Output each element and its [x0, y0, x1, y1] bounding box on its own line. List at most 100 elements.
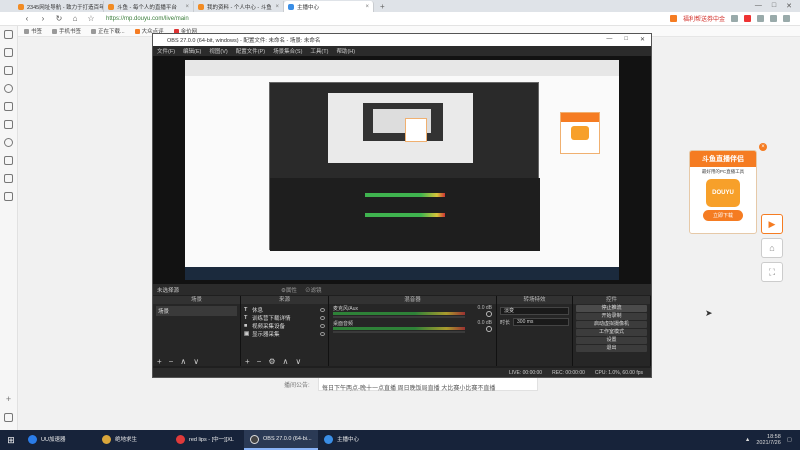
eye-icon[interactable]: [320, 332, 325, 336]
remove-icon[interactable]: −: [169, 357, 174, 366]
menu-tools[interactable]: 工具(T): [310, 47, 328, 55]
gear-icon[interactable]: ⚙: [268, 357, 275, 366]
close-icon[interactable]: ×: [275, 4, 279, 10]
nested-preview: [328, 93, 473, 163]
minimize-button[interactable]: —: [606, 36, 612, 43]
menu-scene-collection[interactable]: 场景集合(S): [273, 47, 302, 55]
home-icon[interactable]: ⌂: [70, 14, 80, 23]
source-item[interactable]: ▣ 显示器采集: [244, 330, 325, 338]
menu-icon[interactable]: [783, 15, 790, 22]
shield-icon[interactable]: [4, 156, 13, 165]
menu-edit[interactable]: 编辑(E): [183, 47, 201, 55]
eye-icon[interactable]: [320, 316, 325, 320]
remove-icon[interactable]: −: [257, 357, 262, 366]
grid-icon[interactable]: [731, 15, 738, 22]
taskbar-item[interactable]: 主播中心: [318, 430, 392, 450]
settings-button[interactable]: 设置: [576, 337, 647, 344]
move-down-icon[interactable]: ∨: [193, 357, 199, 366]
move-up-icon[interactable]: ∧: [180, 357, 186, 366]
tab-profile[interactable]: 我的资料 - 个人中心 - 斗鱼 ×: [194, 1, 284, 12]
eye-icon[interactable]: [320, 324, 325, 328]
notification-icon[interactable]: ▢: [787, 437, 792, 443]
menu-file[interactable]: 文件(F): [157, 47, 175, 55]
gear-icon[interactable]: [486, 311, 492, 317]
maximize-button[interactable]: □: [624, 36, 628, 43]
promo-link[interactable]: 福利帮送券中金: [683, 14, 725, 23]
trash-icon[interactable]: [4, 413, 13, 422]
add-icon[interactable]: +: [4, 395, 13, 404]
menu-profile[interactable]: 配置文件(P): [236, 47, 265, 55]
close-icon[interactable]: ×: [185, 4, 189, 10]
back-icon[interactable]: ‹: [22, 14, 32, 23]
star-icon[interactable]: ☆: [86, 14, 96, 23]
windows-start-icon[interactable]: ⊞: [0, 430, 22, 450]
note-icon[interactable]: [4, 192, 13, 201]
obs-window[interactable]: OBS 27.0.0 (64-bit, windows) - 配置文件: 未命名…: [152, 33, 652, 378]
volume-slider[interactable]: [333, 331, 465, 333]
extension-icon[interactable]: [669, 15, 677, 22]
menu-help[interactable]: 帮助(H): [336, 47, 355, 55]
download-icon[interactable]: [4, 102, 13, 111]
minimize-button[interactable]: —: [755, 2, 762, 10]
download-icon[interactable]: [757, 15, 764, 22]
expand-icon[interactable]: ⛶: [761, 262, 783, 282]
book-icon[interactable]: [4, 66, 13, 75]
play-icon[interactable]: ▶: [761, 214, 783, 234]
obs-title-bar[interactable]: OBS 27.0.0 (64-bit, windows) - 配置文件: 未命名…: [153, 34, 651, 46]
game-icon[interactable]: [4, 120, 13, 129]
chat-icon[interactable]: [4, 138, 13, 147]
source-item[interactable]: T 休息: [244, 306, 325, 314]
maximize-button[interactable]: □: [772, 2, 776, 10]
reload-icon[interactable]: ↻: [54, 14, 64, 23]
extension-icon[interactable]: [744, 15, 751, 22]
add-icon[interactable]: +: [245, 357, 250, 366]
eye-icon[interactable]: [320, 308, 325, 312]
gear-icon[interactable]: [486, 326, 492, 332]
source-item[interactable]: ■ 视频采集设备: [244, 322, 325, 330]
history-icon[interactable]: [4, 48, 13, 57]
tray-icons[interactable]: ▲: [745, 437, 750, 443]
promo-card[interactable]: 斗鱼直播伴侣 最好用的PC直播工具 DOUYU 立即下载: [689, 150, 757, 234]
start-recording-button[interactable]: 开始录制: [576, 313, 647, 320]
tab-streamer-center[interactable]: 主播中心 ×: [284, 1, 374, 12]
scene-item[interactable]: 场景: [156, 306, 237, 316]
taskbar-item[interactable]: OBS 27.0.0 (64-bi...: [244, 430, 318, 450]
close-icon[interactable]: ×: [365, 4, 369, 10]
tab-2345[interactable]: 2345网址导航 - 致力于打造百年品牌×: [14, 1, 104, 12]
search-icon[interactable]: [4, 84, 13, 93]
virtual-camera-button[interactable]: 启动虚拟摄像机: [576, 321, 647, 328]
new-tab-icon[interactable]: +: [374, 2, 385, 11]
home-icon[interactable]: ⌂: [761, 238, 783, 258]
obs-preview[interactable]: [153, 56, 651, 284]
bookmark-item[interactable]: 正在下载...: [91, 27, 125, 35]
close-icon[interactable]: ×: [759, 143, 767, 151]
properties-button[interactable]: ⚙属性: [281, 286, 297, 294]
duration-field[interactable]: 300 ms: [513, 318, 569, 326]
url-field[interactable]: https://mp.douyu.com/live/main: [102, 14, 562, 24]
stop-streaming-button[interactable]: 停止推流: [576, 305, 647, 312]
cart-icon[interactable]: [4, 174, 13, 183]
close-button[interactable]: ✕: [786, 2, 792, 10]
exit-button[interactable]: 退出: [576, 345, 647, 352]
move-down-icon[interactable]: ∨: [295, 357, 301, 366]
source-item[interactable]: T 训练营下载详情: [244, 314, 325, 322]
tab-douyu[interactable]: 斗鱼 - 每个人的直播平台 ×: [104, 1, 194, 12]
clock[interactable]: 18:58 2021/7/26: [756, 434, 780, 446]
download-button[interactable]: 立即下载: [703, 210, 743, 221]
studio-mode-button[interactable]: 工作室模式: [576, 329, 647, 336]
volume-slider[interactable]: [333, 316, 465, 318]
bookmark-item[interactable]: 手机书签: [52, 27, 81, 35]
taskbar-item[interactable]: 绝地求生: [96, 430, 170, 450]
star-icon[interactable]: [4, 30, 13, 39]
taskbar-item[interactable]: UU加速器: [22, 430, 96, 450]
undo-icon[interactable]: [770, 15, 777, 22]
filters-button[interactable]: ⊘滤镜: [305, 286, 322, 294]
move-up-icon[interactable]: ∧: [283, 357, 289, 366]
transition-select[interactable]: 淡变: [500, 307, 569, 315]
menu-view[interactable]: 视图(V): [209, 47, 227, 55]
add-icon[interactable]: +: [157, 357, 162, 366]
bookmark-item[interactable]: 书签: [24, 27, 42, 35]
close-button[interactable]: ✕: [640, 36, 645, 43]
forward-icon[interactable]: ›: [38, 14, 48, 23]
taskbar-item[interactable]: red lips - [中一][XL: [170, 430, 244, 450]
